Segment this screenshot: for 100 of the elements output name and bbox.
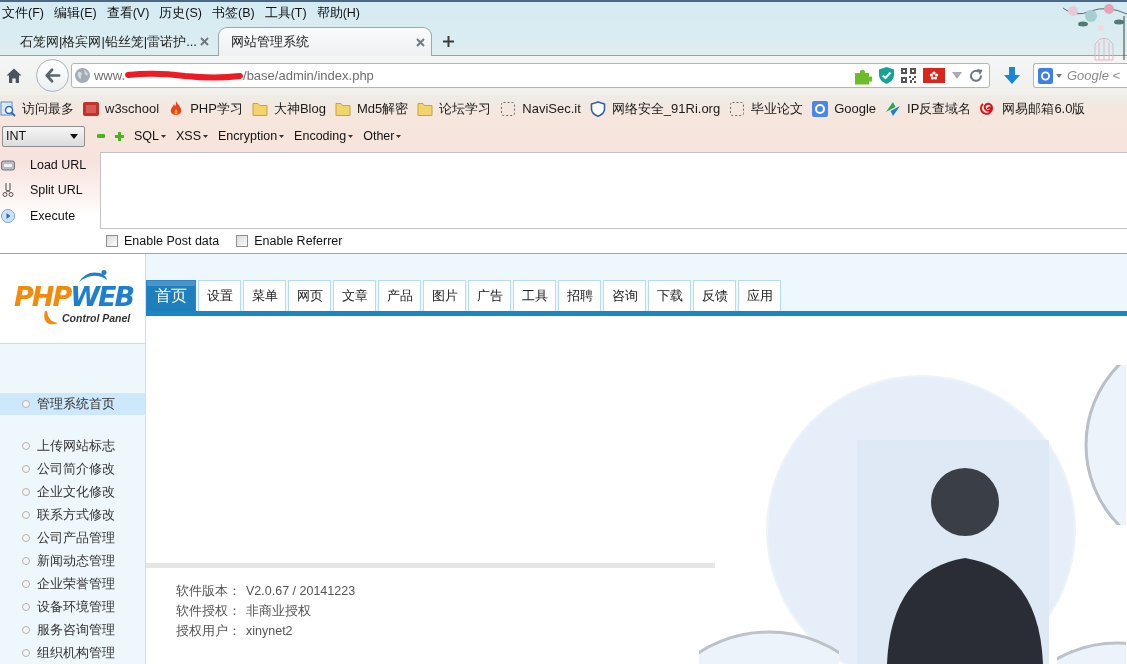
shield-icon	[589, 100, 606, 117]
url-text: www.	[93, 68, 126, 83]
caret-icon	[279, 134, 285, 138]
qr-code-icon[interactable]	[901, 68, 917, 83]
arrow-left-icon	[43, 68, 61, 83]
floral-decoration-drawing	[1061, 2, 1127, 62]
sidebar-item[interactable]: 联系方式修改	[0, 503, 145, 526]
nav-tab[interactable]: 反馈	[693, 280, 736, 311]
nav-tab[interactable]: 下载	[648, 280, 691, 311]
sidebar-item[interactable]: 管理系统首页	[0, 393, 145, 415]
bookmark-item[interactable]: IP反查域名	[885, 99, 972, 118]
nav-tab[interactable]: 图片	[423, 280, 466, 311]
globe-icon	[74, 68, 90, 83]
checkbox[interactable]	[236, 235, 249, 247]
plus-icon[interactable]	[115, 131, 124, 141]
reload-icon[interactable]	[969, 68, 984, 83]
folder-icon	[334, 100, 351, 117]
flag-icon[interactable]	[923, 68, 946, 83]
checkbox-label[interactable]: Enable Referrer	[254, 234, 343, 248]
back-button[interactable]	[35, 59, 69, 92]
menu-item[interactable]: 历史(S)	[159, 4, 202, 22]
search-engine-icon[interactable]	[1038, 67, 1053, 84]
menu-item[interactable]: 帮助(H)	[316, 4, 360, 22]
browser-tab[interactable]: 石笼网|格宾网|铅丝笼|雷诺护...	[8, 28, 215, 55]
search-bar[interactable]: Google <	[1033, 63, 1127, 88]
sidebar-item[interactable]: 新闻动态管理	[0, 549, 145, 572]
menu-button[interactable]: SQL	[134, 129, 166, 143]
nav-tab[interactable]: 应用	[738, 280, 781, 311]
bullet-icon	[22, 487, 30, 496]
type-dropdown[interactable]: INT	[2, 125, 85, 147]
bookmark-item[interactable]: 毕业论文	[729, 99, 804, 118]
nav-tab[interactable]: 网页	[288, 280, 331, 311]
menu-item[interactable]: 书签(B)	[212, 4, 255, 22]
action-button[interactable]: Execute	[0, 203, 100, 229]
action-button[interactable]: Load URL	[0, 152, 100, 178]
sidebar-item[interactable]: 组织机构管理	[0, 641, 145, 664]
nav-tab[interactable]: 设置	[198, 280, 241, 311]
menu-item[interactable]: 工具(T)	[264, 4, 307, 22]
bullet-icon	[22, 579, 30, 588]
sidebar-item[interactable]: 上传网站标志	[0, 434, 145, 457]
nav-tab[interactable]: 广告	[468, 280, 511, 311]
swoosh-icon	[42, 311, 58, 325]
sidebar-item[interactable]: 企业荣誉管理	[0, 572, 145, 595]
bullet-icon	[22, 556, 30, 565]
info-label: 软件版本：	[176, 583, 241, 600]
action-button[interactable]: Split URL	[0, 177, 100, 204]
dashed-page-icon	[729, 100, 746, 117]
menu-button[interactable]: Encryption	[218, 129, 285, 143]
menu-item[interactable]: 文件(F)	[2, 4, 44, 22]
caret-icon	[348, 134, 354, 138]
nav-tab[interactable]: 文章	[333, 280, 376, 311]
nav-tab[interactable]: 招聘	[558, 280, 601, 311]
download-icon[interactable]	[1004, 67, 1020, 84]
bookmark-item[interactable]: PHP学习	[168, 99, 243, 118]
bookmark-item[interactable]: 网易邮箱6.0版	[980, 99, 1086, 118]
address-field[interactable]: www. /base/admin/index.php	[70, 63, 991, 88]
checkbox[interactable]	[106, 235, 118, 247]
checkbox-label[interactable]: Enable Post data	[124, 234, 220, 248]
menu-button[interactable]: Other	[363, 129, 402, 143]
caret-icon	[396, 134, 402, 138]
nav-tab[interactable]: 工具	[513, 280, 556, 311]
new-tab-icon[interactable]	[443, 36, 454, 47]
nav-tab[interactable]: 首页	[146, 280, 196, 311]
bullet-icon	[22, 648, 30, 657]
bookmark-item[interactable]: 论坛学习	[417, 99, 492, 118]
logo-text: WEB	[70, 284, 133, 310]
nav-tab[interactable]: 菜单	[243, 280, 286, 311]
bookmark-item[interactable]: 网络安全_91Ri.org	[589, 99, 721, 118]
home-icon[interactable]	[6, 68, 22, 83]
folder-icon	[417, 100, 434, 117]
scissors-icon	[1, 183, 15, 198]
sidebar-item[interactable]: 企业文化修改	[0, 480, 145, 503]
bookmark-item[interactable]: w3school	[83, 100, 160, 117]
sidebar-item[interactable]: 设备环境管理	[0, 595, 145, 618]
shield-check-icon[interactable]	[879, 67, 895, 84]
sidebar-item[interactable]: 服务咨询管理	[0, 618, 145, 641]
menu-item[interactable]: 编辑(E)	[53, 4, 97, 22]
menu-button[interactable]: Encoding	[294, 129, 354, 143]
dropdown-caret-icon[interactable]	[952, 72, 963, 79]
nav-tab[interactable]: 咨询	[603, 280, 646, 311]
caret-icon[interactable]	[1056, 73, 1062, 78]
bookmark-item[interactable]: NaviSec.it	[500, 100, 581, 117]
search-input[interactable]: Google <	[1065, 68, 1127, 83]
close-icon[interactable]	[416, 37, 425, 47]
close-icon[interactable]	[200, 37, 209, 46]
browser-tab[interactable]: 网站管理系统	[218, 27, 432, 56]
menu-item[interactable]: 查看(V)	[106, 4, 150, 22]
info-label: 授权用户：	[176, 623, 241, 640]
nav-tab[interactable]: 产品	[378, 280, 421, 311]
folder-icon	[251, 100, 268, 117]
bookmark-item[interactable]: 访问最多	[0, 99, 74, 118]
bookmark-item[interactable]: Md5解密	[334, 99, 409, 118]
url-input-field[interactable]	[100, 152, 1127, 229]
bookmark-item[interactable]: Google	[812, 100, 877, 117]
sidebar-item[interactable]: 公司产品管理	[0, 526, 145, 549]
sidebar-item[interactable]: 公司简介修改	[0, 457, 145, 480]
drive-icon	[1, 157, 15, 172]
bullet-icon	[22, 602, 30, 611]
bookmark-item[interactable]: 大神Blog	[251, 99, 326, 118]
menu-button[interactable]: XSS	[176, 129, 209, 143]
